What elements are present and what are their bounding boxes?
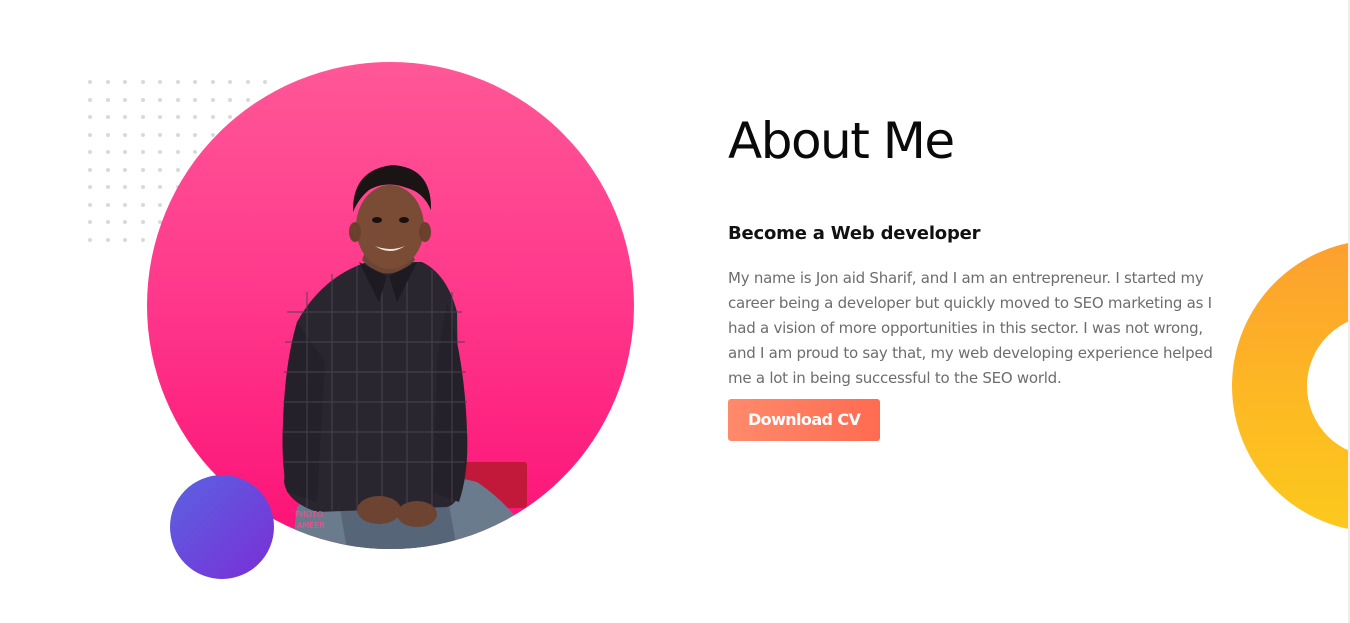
bio-line: and I am proud to say that, my web devel… [728, 344, 1213, 362]
dot [105, 167, 110, 172]
dot [140, 150, 145, 154]
dot [105, 132, 110, 137]
svg-text:AMEER: AMEER [297, 521, 325, 530]
bio-line: me a lot in being successful to the SEO … [728, 369, 1062, 387]
dot [88, 220, 92, 224]
bio-paragraph: My name is Jon aid Sharif, and I am an e… [728, 266, 1268, 391]
dot [88, 202, 92, 207]
dot [123, 237, 127, 242]
blue-decor-circle [170, 475, 274, 579]
dot [105, 150, 110, 154]
dot [140, 132, 145, 137]
bio-line: had a vision of more opportunities in th… [728, 319, 1203, 337]
bio-line: career being a developer but quickly mov… [728, 294, 1212, 312]
subtitle: Become a Web developer [728, 223, 981, 244]
dot [140, 237, 145, 242]
dot [140, 202, 145, 207]
dot [123, 167, 127, 172]
about-section: PHOTO AMEER About Me Become a Web develo… [0, 0, 1350, 623]
download-cv-button[interactable]: Download CV [728, 399, 881, 441]
about-content: About Me Become a Web developer My name … [728, 108, 1268, 441]
dot [105, 202, 110, 207]
dot [105, 185, 110, 189]
dot [105, 237, 110, 242]
dot [88, 132, 92, 137]
dot [88, 115, 92, 119]
dot [123, 115, 127, 119]
dot [123, 202, 127, 207]
dot [88, 97, 92, 102]
dot [123, 220, 127, 224]
bio-line: My name is Jon aid Sharif, and I am an e… [728, 269, 1204, 287]
dot [140, 185, 145, 189]
page-title: About Me [728, 112, 955, 170]
dot [123, 97, 127, 102]
dot [88, 237, 92, 242]
dot [88, 167, 92, 172]
dot [123, 185, 127, 189]
dot [105, 220, 110, 224]
dot [140, 220, 145, 224]
dot [140, 80, 145, 84]
dot [88, 80, 92, 84]
dot [105, 115, 110, 119]
dot [123, 132, 127, 137]
dot [140, 167, 145, 172]
dot [105, 97, 110, 102]
dot [88, 150, 92, 154]
dot [140, 115, 145, 119]
dot [123, 150, 127, 154]
svg-text:PHOTO: PHOTO [295, 510, 323, 519]
dot [105, 80, 110, 84]
dot [88, 185, 92, 189]
orange-ring-hole [1307, 315, 1350, 457]
dot [140, 97, 145, 102]
dot [123, 80, 127, 84]
